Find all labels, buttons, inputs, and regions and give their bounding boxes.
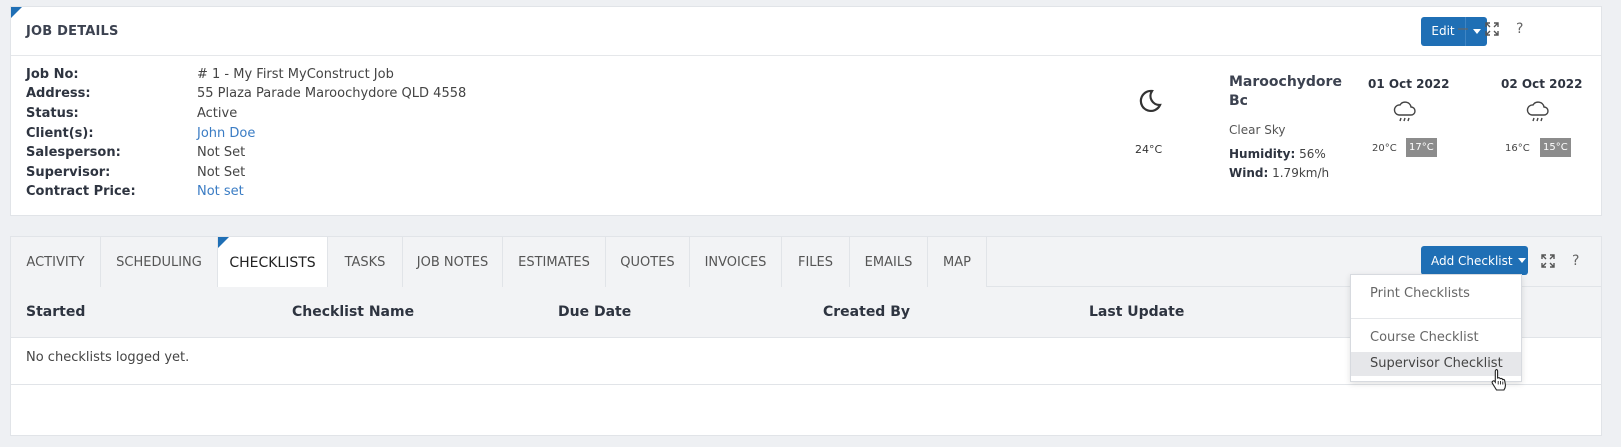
field-label: Supervisor: <box>26 165 111 180</box>
salesperson-value: Not Set <box>197 145 246 160</box>
field-label: Job No: <box>26 67 79 82</box>
edit-button[interactable]: Edit <box>1421 17 1487 46</box>
chevron-down-icon[interactable] <box>1473 29 1481 34</box>
supervisor-value: Not Set <box>197 165 246 180</box>
expand-icon[interactable] <box>1541 254 1555 272</box>
humidity-readout: Humidity: 56% <box>1229 147 1326 161</box>
job-details-title: JOB DETAILS <box>26 24 119 39</box>
job-no-value: # 1 - My First MyConstruct Job <box>197 67 394 82</box>
dropdown-divider <box>1351 318 1521 319</box>
wind-readout: Wind: 1.79km/h <box>1229 166 1329 180</box>
column-due-date[interactable]: Due Date <box>558 304 631 320</box>
tab-invoices[interactable]: INVOICES <box>690 237 782 287</box>
humidity-label: Humidity: <box>1229 147 1296 161</box>
moon-icon <box>1135 87 1163 119</box>
column-created-by[interactable]: Created By <box>823 304 910 320</box>
job-details-panel: JOB DETAILS Edit ? Job No: # 1 - My Firs… <box>10 6 1602 216</box>
tab-quotes[interactable]: QUOTES <box>606 237 690 287</box>
help-icon[interactable]: ? <box>1572 253 1579 269</box>
field-label: Status: <box>26 106 79 121</box>
add-checklist-dropdown: Print Checklists Course Checklist Superv… <box>1350 274 1522 382</box>
expand-icon[interactable] <box>1485 22 1499 40</box>
column-started[interactable]: Started <box>26 304 85 320</box>
forecast-date: 01 Oct 2022 <box>1368 77 1450 91</box>
forecast-low: 20°C <box>1372 143 1397 154</box>
field-label: Contract Price: <box>26 184 136 199</box>
tab-job-notes[interactable]: JOB NOTES <box>403 237 503 287</box>
tab-activity[interactable]: ACTIVITY <box>11 237 101 287</box>
add-checklist-button[interactable]: Add Checklist <box>1421 246 1528 275</box>
tab-tasks[interactable]: TASKS <box>328 237 403 287</box>
client-link[interactable]: John Doe <box>197 125 255 143</box>
add-checklist-label[interactable]: Add Checklist <box>1431 254 1513 268</box>
forecast-high: 17°C <box>1406 138 1437 157</box>
chevron-down-icon[interactable] <box>1517 258 1526 263</box>
tab-checklists-label[interactable]: CHECKLISTS <box>229 255 315 271</box>
tab-files[interactable]: FILES <box>782 237 850 287</box>
active-tab-marker <box>218 237 229 248</box>
tab-emails[interactable]: EMAILS <box>850 237 928 287</box>
tab-estimates[interactable]: ESTIMATES <box>503 237 606 287</box>
minimize-icon[interactable] <box>1457 21 1469 39</box>
rain-cloud-icon <box>1392 99 1418 129</box>
hand-cursor-icon <box>1490 368 1508 396</box>
tab-map[interactable]: MAP <box>928 237 987 287</box>
field-label: Client(s): <box>26 126 94 141</box>
field-label: Address: <box>26 86 91 101</box>
column-checklist-name[interactable]: Checklist Name <box>292 304 414 320</box>
course-checklist-item[interactable]: Course Checklist <box>1351 326 1521 350</box>
contract-price-link[interactable]: Not set <box>197 183 244 201</box>
address-value: 55 Plaza Parade Maroochydore QLD 4558 <box>197 86 467 101</box>
job-details-header: JOB DETAILS Edit ? <box>11 7 1601 56</box>
forecast-low: 16°C <box>1505 143 1530 154</box>
wind-label: Wind: <box>1229 166 1269 180</box>
help-icon[interactable]: ? <box>1516 21 1523 37</box>
tab-checklists[interactable]: CHECKLISTS <box>218 237 328 288</box>
humidity-value: 56% <box>1299 147 1326 161</box>
row-divider <box>11 384 1601 385</box>
rain-cloud-icon <box>1525 99 1551 129</box>
empty-state-message: No checklists logged yet. <box>26 350 190 365</box>
forecast-date: 02 Oct 2022 <box>1501 77 1583 91</box>
weather-condition: Clear Sky <box>1229 123 1286 137</box>
tab-scheduling[interactable]: SCHEDULING <box>101 237 218 287</box>
column-last-update[interactable]: Last Update <box>1089 304 1184 320</box>
weather-location: Maroochydore Bc <box>1229 74 1342 109</box>
field-label: Salesperson: <box>26 145 121 160</box>
current-temperature: 24°C <box>1135 143 1163 156</box>
status-value: Active <box>197 106 238 121</box>
wind-value: 1.79km/h <box>1272 166 1330 180</box>
print-checklists-item[interactable]: Print Checklists <box>1351 282 1521 306</box>
forecast-high: 15°C <box>1540 138 1571 157</box>
